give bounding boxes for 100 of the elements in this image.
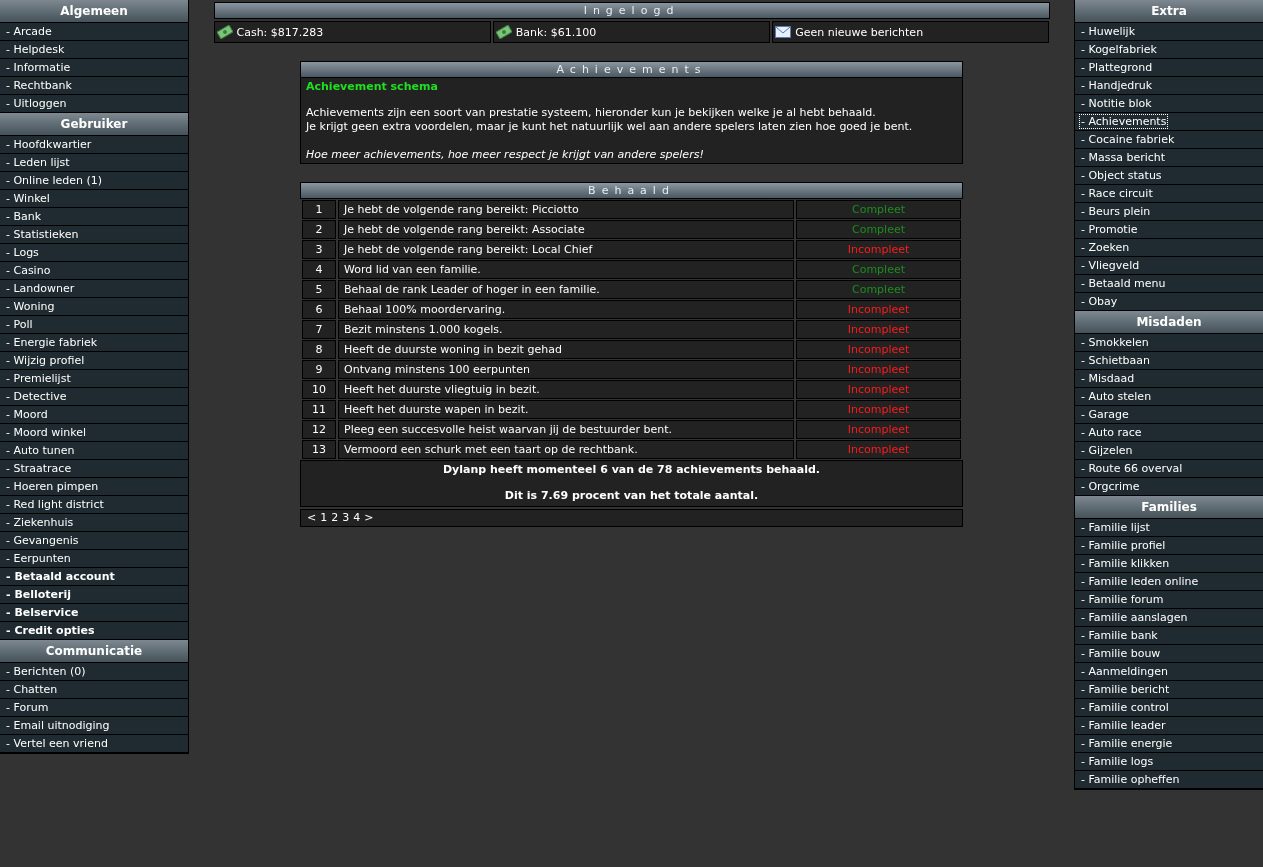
menu-item[interactable]: - Premielijst xyxy=(0,370,188,388)
menu-item[interactable]: - Familie energie xyxy=(1075,735,1263,753)
menu-item[interactable]: - Ziekenhuis xyxy=(0,514,188,532)
menu-item[interactable]: - Familie control xyxy=(1075,699,1263,717)
menu-item[interactable]: - Plattegrond xyxy=(1075,59,1263,77)
menu-item[interactable]: - Obay xyxy=(1075,293,1263,311)
menu-item[interactable]: - Familie profiel xyxy=(1075,537,1263,555)
status-cell: Incompleet xyxy=(796,400,961,419)
page-link[interactable]: 1 xyxy=(320,510,328,526)
menu-item[interactable]: - Credit opties xyxy=(0,622,188,640)
status-cell: Incompleet xyxy=(796,380,961,399)
menu-item[interactable]: - Cocaine fabriek xyxy=(1075,131,1263,149)
page-link[interactable]: 3 xyxy=(342,510,350,526)
page-link[interactable]: > xyxy=(364,510,374,526)
menu-item[interactable]: - Familie bank xyxy=(1075,627,1263,645)
menu-item[interactable]: - Hoeren pimpen xyxy=(0,478,188,496)
table-cell: Heeft het duurste wapen in bezit. xyxy=(338,400,794,419)
table-cell: 10 xyxy=(302,380,336,399)
menu-item[interactable]: - Casino xyxy=(0,262,188,280)
menu-item[interactable]: - Auto race xyxy=(1075,424,1263,442)
menu-item[interactable]: - Smokkelen xyxy=(1075,334,1263,352)
menu-item[interactable]: - Familie aanslagen xyxy=(1075,609,1263,627)
menu-item[interactable]: - Familie leden online xyxy=(1075,573,1263,591)
menu-item[interactable]: - Kogelfabriek xyxy=(1075,41,1263,59)
menu-item[interactable]: - Object status xyxy=(1075,167,1263,185)
menu-item[interactable]: - Landowner xyxy=(0,280,188,298)
menu-item[interactable]: - Arcade xyxy=(0,23,188,41)
menu-item[interactable]: - Gevangenis xyxy=(0,532,188,550)
menu-item[interactable]: - Belloterij xyxy=(0,586,188,604)
stat-text: Cash: $817.283 xyxy=(236,25,324,39)
menu-item[interactable]: - Informatie xyxy=(0,59,188,77)
menu-item[interactable]: - Red light district xyxy=(0,496,188,514)
menu-item[interactable]: - Massa bericht xyxy=(1075,149,1263,167)
menu-item[interactable]: - Auto tunen xyxy=(0,442,188,460)
menu-item[interactable]: - Online leden (1) xyxy=(0,172,188,190)
menu-item[interactable]: - Moord xyxy=(0,406,188,424)
menu-header: Algemeen xyxy=(0,0,188,23)
menu-item[interactable]: - Forum xyxy=(0,699,188,717)
menu-item[interactable]: - Betaald menu xyxy=(1075,275,1263,293)
menu-item[interactable]: - Wijzig profiel xyxy=(0,352,188,370)
table-cell: 13 xyxy=(302,440,336,459)
table-cell: 1 xyxy=(302,200,336,219)
menu-item[interactable]: - Familie leader xyxy=(1075,717,1263,735)
menu-item[interactable]: - Orgcrime xyxy=(1075,478,1263,496)
menu-item[interactable]: - Auto stelen xyxy=(1075,388,1263,406)
status-cell: Compleet xyxy=(796,260,961,279)
menu-header: Families xyxy=(1075,496,1263,519)
menu-item[interactable]: - Aanmeldingen xyxy=(1075,663,1263,681)
menu-item[interactable]: - Race circuit xyxy=(1075,185,1263,203)
menu-item[interactable]: - Straatrace xyxy=(0,460,188,478)
menu-item[interactable]: - Garage xyxy=(1075,406,1263,424)
menu-item[interactable]: - Betaald account xyxy=(0,568,188,586)
menu-item[interactable]: - Uitloggen xyxy=(0,95,188,113)
menu-item[interactable]: - Woning xyxy=(0,298,188,316)
menu-item[interactable]: - Leden lijst xyxy=(0,154,188,172)
menu-item[interactable]: - Statistieken xyxy=(0,226,188,244)
status-cell: Incompleet xyxy=(796,420,961,439)
menu-item[interactable]: - Achievements xyxy=(1075,113,1263,131)
menu-item[interactable]: - Notitie blok xyxy=(1075,95,1263,113)
menu-item[interactable]: - Vliegveld xyxy=(1075,257,1263,275)
stat-text: Geen nieuwe berichten xyxy=(795,25,924,39)
menu-item[interactable]: - Eerpunten xyxy=(0,550,188,568)
menu-header: Extra xyxy=(1075,0,1263,23)
menu-item[interactable]: - Handjedruk xyxy=(1075,77,1263,95)
menu-item[interactable]: - Logs xyxy=(0,244,188,262)
menu-item[interactable]: - Zoeken xyxy=(1075,239,1263,257)
menu-item[interactable]: - Misdaad xyxy=(1075,370,1263,388)
banknote-icon xyxy=(495,25,512,39)
menu-item[interactable]: - Route 66 overval xyxy=(1075,460,1263,478)
page-link[interactable]: 4 xyxy=(353,510,361,526)
menu-item[interactable]: - Huwelijk xyxy=(1075,23,1263,41)
menu-item[interactable]: - Beurs plein xyxy=(1075,203,1263,221)
menu-item[interactable]: - Hoofdkwartier xyxy=(0,136,188,154)
menu-item[interactable]: - Detective xyxy=(0,388,188,406)
menu-item[interactable]: - Familie logs xyxy=(1075,753,1263,771)
menu-item[interactable]: - Winkel xyxy=(0,190,188,208)
menu-header: Communicatie xyxy=(0,640,188,663)
page-link[interactable]: < xyxy=(307,510,317,526)
menu-item[interactable]: - Gijzelen xyxy=(1075,442,1263,460)
menu-item[interactable]: - Familie opheffen xyxy=(1075,771,1263,789)
menu-item[interactable]: - Familie forum xyxy=(1075,591,1263,609)
menu-item[interactable]: - Chatten xyxy=(0,681,188,699)
menu-item[interactable]: - Familie bericht xyxy=(1075,681,1263,699)
menu-item[interactable]: - Familie klikken xyxy=(1075,555,1263,573)
menu-item[interactable]: - Vertel een vriend xyxy=(0,735,188,753)
page-link[interactable]: 2 xyxy=(331,510,339,526)
menu-item[interactable]: - Rechtbank xyxy=(0,77,188,95)
menu-item[interactable]: - Belservice xyxy=(0,604,188,622)
menu-item[interactable]: - Email uitnodiging xyxy=(0,717,188,735)
menu-item[interactable]: - Berichten (0) xyxy=(0,663,188,681)
menu-item[interactable]: - Familie lijst xyxy=(1075,519,1263,537)
menu-item[interactable]: - Moord winkel xyxy=(0,424,188,442)
menu-item[interactable]: - Promotie xyxy=(1075,221,1263,239)
menu-item[interactable]: - Familie bouw xyxy=(1075,645,1263,663)
envelope-icon xyxy=(775,26,792,38)
menu-item[interactable]: - Bank xyxy=(0,208,188,226)
menu-item[interactable]: - Poll xyxy=(0,316,188,334)
menu-item[interactable]: - Energie fabriek xyxy=(0,334,188,352)
menu-item[interactable]: - Schietbaan xyxy=(1075,352,1263,370)
menu-item[interactable]: - Helpdesk xyxy=(0,41,188,59)
